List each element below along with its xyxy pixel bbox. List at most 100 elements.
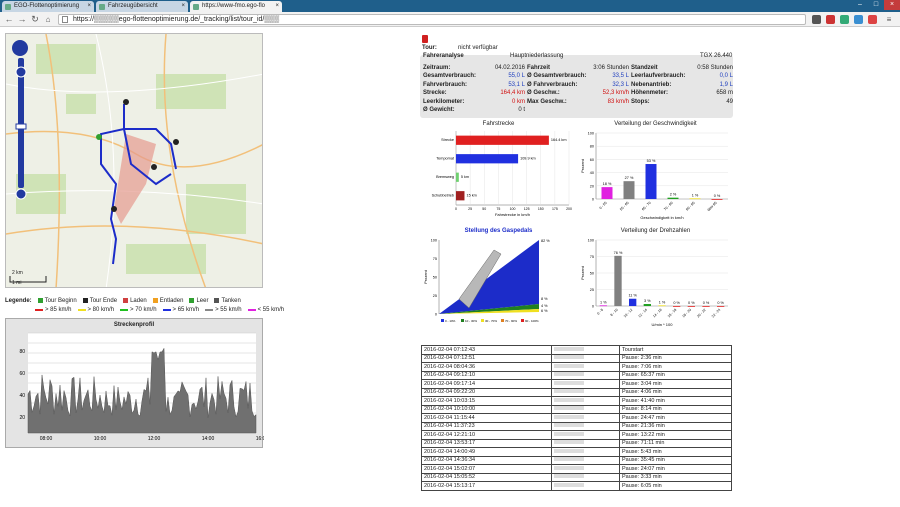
close-tab-icon[interactable]: × xyxy=(181,1,185,12)
favicon-icon xyxy=(5,4,11,10)
address-bar[interactable]: https://▒▒▒▒▒ego-flottenoptimierung.de/_… xyxy=(58,14,806,25)
close-tab-icon[interactable]: × xyxy=(87,1,91,12)
chart-data-label: 2 % xyxy=(670,193,677,197)
legend-label: Legende: xyxy=(5,297,32,304)
chart-ytick-label: 0 xyxy=(592,198,594,202)
stop-note-cell: Pause: 65:37 min xyxy=(619,370,732,380)
stats-column-1: Zeitraum: 04.02.2016 Gesamtverbrauch: 55,0 … xyxy=(423,65,525,115)
stat-row: Ø Geschw.: 52,3 km/h xyxy=(527,90,629,98)
tour-start-marker[interactable] xyxy=(96,134,102,140)
redacted-text xyxy=(554,406,584,411)
elevation-profile: Streckenprofil 80 60 40 20 08:00 10:00 12:00 14… xyxy=(5,318,264,448)
map-marker[interactable] xyxy=(173,139,179,145)
stops-table: 2016-02-04 07:12:43 Tourstart 2016-02-04 0… xyxy=(421,345,732,491)
close-tab-icon[interactable]: × xyxy=(275,1,279,12)
stat-label: Max Geschw.: xyxy=(527,98,567,105)
extension-icon[interactable] xyxy=(854,15,863,24)
driver-analysis-panel: Fahreranalyse Hauptniederlassung TGX 26.… xyxy=(420,53,733,118)
chart-data-label: 18 % xyxy=(603,182,612,186)
legend-swatch xyxy=(521,319,524,322)
stat-label: Gesamtverbrauch: xyxy=(423,73,477,80)
chart-bar xyxy=(687,306,695,307)
stop-note-cell: Pause: 24:07 min xyxy=(619,464,732,474)
chart-ytick-label: 75 xyxy=(433,257,437,261)
chart-ytick-label: 50 xyxy=(433,276,437,280)
legend-item: Entladen xyxy=(152,298,183,304)
stop-location-cell xyxy=(551,370,620,380)
chart-bar xyxy=(673,306,681,307)
extension-icon[interactable] xyxy=(826,15,835,24)
chart-category-label: 65 - 70 xyxy=(641,201,652,212)
stat-label: Stops: xyxy=(631,98,650,105)
chart-category-label: 8 - 10 xyxy=(610,308,619,317)
stop-location-cell xyxy=(551,404,620,414)
profile-ytick-label: 60 xyxy=(19,371,25,377)
tab-fahrzeuguebersicht[interactable]: Fahrzeugübersicht × xyxy=(96,1,188,12)
legend-speed-item: > 85 km/h xyxy=(35,307,72,313)
reload-icon[interactable]: ↻ xyxy=(30,14,40,25)
chart-data-label: 1 % xyxy=(692,193,699,197)
legend-item: Tour Ende xyxy=(82,298,117,304)
legend-marker-icon xyxy=(214,298,220,303)
stats-column-3: Standzeit 0:58 Stunden Leerlaufverbrauch: 0… xyxy=(631,65,733,107)
stop-location-cell xyxy=(551,421,620,431)
chart-title: Fahrstrecke xyxy=(482,121,515,127)
stop-time-cell: 2016-02-04 12:21:10 xyxy=(421,430,552,440)
stop-note-cell: Pause: 5:43 min xyxy=(619,447,732,457)
table-row: 2016-02-04 10:03:15 Pause: 41:40 min xyxy=(421,396,732,406)
stop-time-cell: 2016-02-04 08:04:36 xyxy=(421,362,552,372)
redacted-text xyxy=(554,355,584,360)
stop-location-cell xyxy=(551,430,620,440)
redacted-text xyxy=(554,448,584,453)
chart-bar xyxy=(717,306,725,307)
browser-toolbar: ← → ↻ ⌂ https://▒▒▒▒▒ego-flottenoptimier… xyxy=(0,12,900,27)
minimize-icon[interactable]: – xyxy=(852,0,868,10)
table-row: 2016-02-04 14:00:49 Pause: 5:43 min xyxy=(421,447,732,457)
table-row: 2016-02-04 09:12:10 Pause: 65:37 min xyxy=(421,370,732,380)
stat-value: 0 t xyxy=(518,106,525,113)
chart-data-label: 82 % xyxy=(541,239,550,243)
pdf-icon[interactable] xyxy=(422,35,428,43)
maximize-icon[interactable]: □ xyxy=(868,0,884,10)
stop-note-cell: Pause: 13:22 min xyxy=(619,430,732,440)
chart-data-label: 6 % xyxy=(541,309,548,313)
home-icon[interactable]: ⌂ xyxy=(43,14,53,25)
tab-tracking[interactable]: https://www-fmo.ego-flo × xyxy=(190,1,282,12)
stat-value: 04.02.2016 xyxy=(494,65,525,71)
tab-ego-flottenoptimierung[interactable]: EGO-Flottenoptimierung × xyxy=(2,1,94,12)
chart-category-label: Tempomat xyxy=(436,157,455,161)
chart-xtick-label: 100 xyxy=(510,207,516,211)
stop-note-cell: Pause: 24:47 min xyxy=(619,413,732,423)
legend-speed-item: > 80 km/h xyxy=(77,306,115,313)
table-row: 2016-02-04 11:15:44 Pause: 24:47 min xyxy=(421,413,732,423)
tour-end-marker[interactable] xyxy=(111,206,117,212)
map-marker[interactable] xyxy=(151,164,157,170)
map-marker[interactable] xyxy=(123,99,129,105)
chart-data-label: 27 % xyxy=(625,176,634,180)
location-label: Hauptniederlassung xyxy=(510,53,564,59)
stat-label: Leerlaufverbrauch: xyxy=(631,73,686,80)
stop-location-cell xyxy=(551,345,620,355)
chart-bar xyxy=(667,197,679,199)
forward-icon[interactable]: → xyxy=(17,14,27,25)
stop-note-cell: Pause: 35:45 min xyxy=(619,455,732,465)
legend-speed-label: > 80 km/h xyxy=(87,306,115,313)
extension-icon[interactable] xyxy=(812,15,821,24)
stat-row: Standzeit 0:58 Stunden xyxy=(631,65,733,73)
chart-xtick-label: 0 xyxy=(455,207,457,211)
extension-icon[interactable] xyxy=(840,15,849,24)
chart-bar xyxy=(456,172,459,182)
extension-icon[interactable] xyxy=(868,15,877,24)
chart-bar xyxy=(623,181,635,199)
chart-ytick-label: 60 xyxy=(590,158,594,162)
back-icon[interactable]: ← xyxy=(4,14,14,25)
menu-icon[interactable]: ≡ xyxy=(884,14,894,25)
chart-bar xyxy=(658,305,666,307)
route-map[interactable]: 2 km 1 mi xyxy=(5,33,263,288)
stat-row: Gesamtverbrauch: 55,0 L xyxy=(423,73,525,81)
chart-bar xyxy=(614,255,622,306)
stop-note-cell: Pause: 4:06 min xyxy=(619,387,732,397)
stop-time-cell: 2016-02-04 14:36:34 xyxy=(421,455,552,465)
chart-data-label: 15 km xyxy=(466,194,476,198)
close-window-icon[interactable]: × xyxy=(884,0,900,10)
